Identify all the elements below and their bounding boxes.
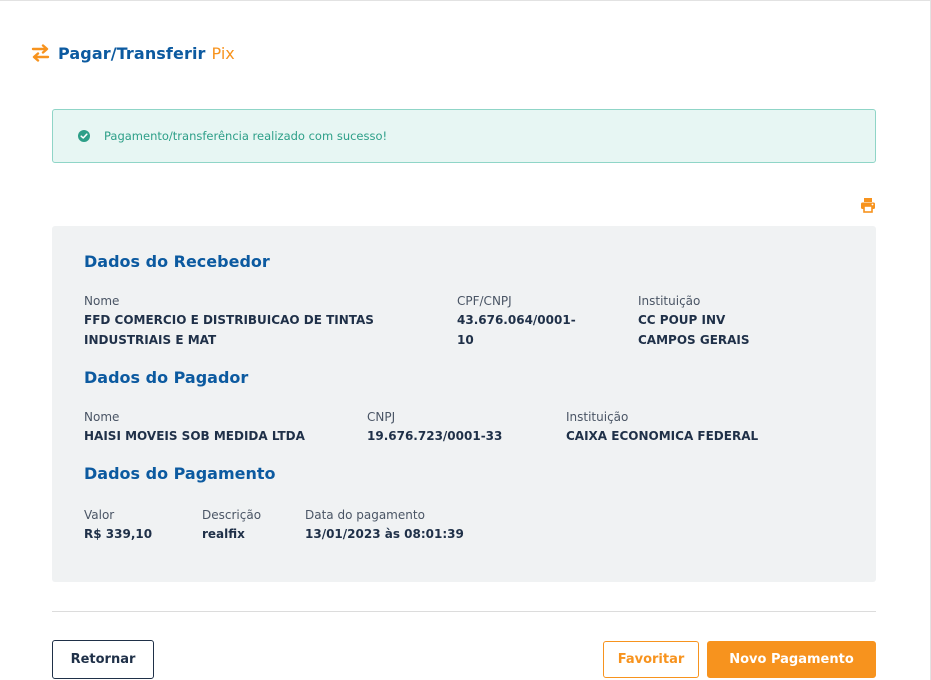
receiver-name-field: Nome FFD COMERCIO E DISTRIBUICAO DE TINT… [84,293,424,350]
receiver-institution-label: Instituição [638,294,701,308]
payment-description-label: Descrição [202,508,262,522]
receiver-institution-value: CC POUP INV CAMPOS GERAIS [638,310,838,350]
receiver-name-line1: FFD COMERCIO E DISTRIBUICAO DE TINTAS [84,313,374,327]
payer-name-value: HAISI MOVEIS SOB MEDIDA LTDA [84,429,305,443]
favorite-button[interactable]: Favoritar [603,641,699,678]
page-title: Pagar/Transferir [58,43,206,63]
pix-receipt-page: Pagar/Transferir Pix Pagamento/transferê… [0,0,931,680]
success-message: Pagamento/transferência realizado com su… [104,129,388,143]
receiver-section-title: Dados do Recebedor [84,252,270,271]
receiver-doc-label: CPF/CNPJ [457,294,512,308]
receipt-details-panel: Dados do Recebedor Nome FFD COMERCIO E D… [52,226,876,582]
payment-description-value: realfix [202,527,245,541]
receiver-institution-field: Instituição CC POUP INV CAMPOS GERAIS [638,293,838,350]
payment-date-value: 13/01/2023 às 08:01:39 [305,527,464,541]
payment-date-label: Data do pagamento [305,508,425,522]
payment-description-field: Descrição realfix [202,507,292,544]
footer-divider [52,611,876,612]
payment-date-field: Data do pagamento 13/01/2023 às 08:01:39 [305,507,525,544]
payer-institution-value: CAIXA ECONOMICA FEDERAL [566,429,759,443]
receiver-doc-line1: 43.676.064/0001- [457,313,576,327]
new-payment-button[interactable]: Novo Pagamento [707,641,876,678]
payer-doc-field: CNPJ 19.676.723/0001-33 [367,409,547,446]
receiver-institution-line1: CC POUP INV [638,313,726,327]
check-circle-icon [78,130,90,142]
payment-value-label: Valor [84,508,115,522]
payment-value-value: R$ 339,10 [84,527,153,541]
payment-section-title: Dados do Pagamento [84,464,276,483]
payer-institution-label: Instituição [566,410,629,424]
payer-section-title: Dados do Pagador [84,368,249,387]
payment-value-field: Valor R$ 339,10 [84,507,194,544]
receiver-institution-line2: CAMPOS GERAIS [638,333,750,347]
receiver-doc-line2: 10 [457,333,474,347]
return-button[interactable]: Retornar [52,640,154,679]
receiver-name-value: FFD COMERCIO E DISTRIBUICAO DE TINTAS IN… [84,310,424,350]
payer-doc-label: CNPJ [367,410,396,424]
payer-institution-field: Instituição CAIXA ECONOMICA FEDERAL [566,409,826,446]
page-header: Pagar/Transferir Pix [31,41,235,65]
receiver-name-label: Nome [84,294,120,308]
receiver-doc-value: 43.676.064/0001- 10 [457,310,617,350]
receiver-doc-field: CPF/CNPJ 43.676.064/0001- 10 [457,293,617,350]
receiver-name-line2: INDUSTRIAIS E MAT [84,333,217,347]
payer-name-label: Nome [84,410,120,424]
payer-name-field: Nome HAISI MOVEIS SOB MEDIDA LTDA [84,409,354,446]
printer-icon[interactable] [860,197,876,213]
success-alert: Pagamento/transferência realizado com su… [52,109,876,163]
swap-arrows-icon [31,44,50,62]
payer-doc-value: 19.676.723/0001-33 [367,429,503,443]
page-subtitle: Pix [211,43,235,63]
